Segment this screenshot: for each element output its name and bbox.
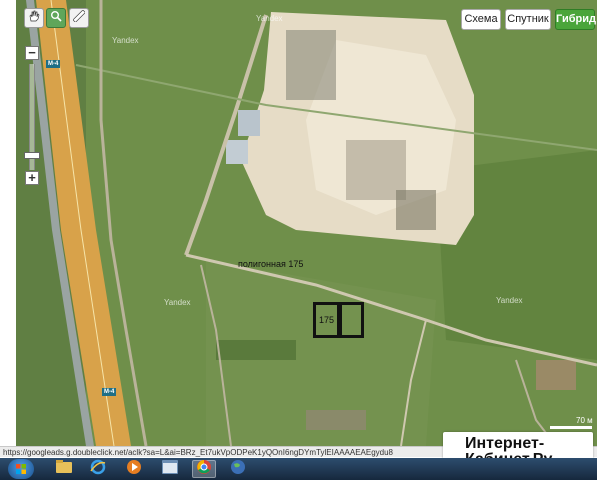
folder-icon: [56, 460, 72, 478]
magnifier-tool-button[interactable]: [46, 8, 66, 28]
scale-label: 70 м: [576, 416, 593, 425]
map-type-hybrid-button[interactable]: Гибрид: [555, 9, 596, 30]
hand-icon: [28, 9, 40, 27]
map-type-satellite-button[interactable]: Спутник: [505, 9, 551, 30]
magnifier-icon: [50, 9, 62, 27]
zoom-slider-handle[interactable]: [24, 152, 40, 159]
taskbar-app-button[interactable]: [158, 459, 182, 479]
provider-label: Yandex: [112, 36, 139, 45]
hand-tool-button[interactable]: [24, 8, 44, 28]
start-button[interactable]: [8, 459, 34, 479]
internet-explorer-icon: [90, 459, 106, 480]
app-window-icon: [162, 459, 178, 479]
taskbar-globe-button[interactable]: [226, 459, 250, 480]
media-player-icon: [126, 459, 142, 480]
satellite-map[interactable]: − + Схема Спутник Гибрид Yandex Yandex Y…: [16, 0, 597, 446]
highway-label: М-4: [46, 60, 61, 68]
chrome-icon: [196, 459, 212, 480]
taskbar-media-button[interactable]: [122, 459, 146, 480]
status-url: https://googleads.g.doubleclick.net/aclk…: [3, 448, 393, 457]
street-label: полигонная 175: [238, 259, 304, 269]
taskbar-explorer-button[interactable]: [52, 460, 76, 478]
plot-number-label: 175: [319, 315, 335, 325]
satellite-imagery: [16, 0, 597, 446]
land-plot-outline[interactable]: [339, 302, 364, 338]
map-type-scheme-button[interactable]: Схема: [461, 9, 501, 30]
ruler-tool-button[interactable]: [69, 8, 89, 28]
provider-label: Yandex: [164, 298, 191, 307]
taskbar-chrome-button[interactable]: [192, 459, 216, 480]
zoom-out-button[interactable]: +: [25, 171, 39, 185]
windows-logo-icon: [8, 464, 34, 483]
watermark-line1: Интернет-: [465, 435, 545, 452]
ruler-icon: [72, 9, 86, 27]
taskbar-ie-button[interactable]: [86, 459, 110, 480]
windows-taskbar: [0, 458, 597, 480]
provider-label: Yandex: [496, 296, 523, 305]
provider-label: Yandex: [256, 14, 283, 23]
zoom-in-button[interactable]: −: [25, 46, 39, 60]
scale-bar: [550, 426, 592, 429]
highway-label: М-4: [102, 388, 117, 396]
globe-icon: [230, 459, 246, 480]
